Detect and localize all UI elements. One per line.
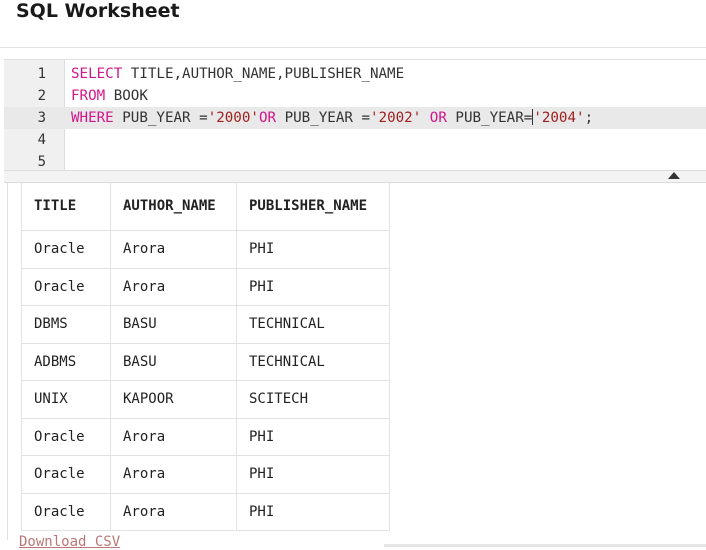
cell-title: ADBMS <box>21 342 111 381</box>
table-row: DBMS BASU TECHNICAL <box>21 305 390 344</box>
cell-author: Arora <box>110 267 237 306</box>
sql-editor[interactable]: 1 SELECT TITLE,AUTHOR_NAME,PUBLISHER_NAM… <box>4 59 706 176</box>
column-header-publisher-name: PUBLISHER_NAME <box>236 182 390 231</box>
line-number: 1 <box>37 66 46 82</box>
string-literal: '2004' <box>533 110 585 126</box>
code-text: WHERE PUB_YEAR ='2000'OR PUB_YEAR ='2002… <box>71 107 593 129</box>
table-header-row: TITLE AUTHOR_NAME PUBLISHER_NAME <box>21 182 390 231</box>
table-row: UNIX KAPOOR SCITECH <box>21 380 390 419</box>
cell-title: Oracle <box>21 492 111 531</box>
keyword-or: OR <box>429 110 447 126</box>
cell-author: BASU <box>110 342 237 381</box>
keyword-from: FROM <box>71 88 106 104</box>
cell-title: Oracle <box>21 417 111 456</box>
results-table: TITLE AUTHOR_NAME PUBLISHER_NAME Oracle A… <box>21 182 390 531</box>
column-header-author-name: AUTHOR_NAME <box>110 182 237 231</box>
cell-publisher: PHI <box>236 230 390 269</box>
editor-line-3[interactable]: 3 WHERE PUB_YEAR ='2000'OR PUB_YEAR ='20… <box>4 107 706 129</box>
line-number: 3 <box>37 110 46 126</box>
cell-publisher: PHI <box>236 417 390 456</box>
code-token: PUB_YEAR = <box>276 110 370 126</box>
cell-title: DBMS <box>21 305 111 344</box>
table-row: Oracle Arora PHI <box>21 417 390 456</box>
cell-publisher: SCITECH <box>236 380 390 419</box>
cell-publisher: PHI <box>236 267 390 306</box>
download-csv-link[interactable]: Download CSV <box>19 534 120 550</box>
cell-publisher: TECHNICAL <box>236 342 390 381</box>
cell-title: Oracle <box>21 267 111 306</box>
collapse-up-icon[interactable] <box>668 172 680 179</box>
table-row: Oracle Arora PHI <box>21 455 390 494</box>
editor-line-4[interactable]: 4 <box>4 129 706 151</box>
cell-publisher: PHI <box>236 492 390 531</box>
code-token: ; <box>584 110 594 126</box>
table-row: Oracle Arora PHI <box>21 230 390 269</box>
editor-line-1[interactable]: 1 SELECT TITLE,AUTHOR_NAME,PUBLISHER_NAM… <box>4 63 706 85</box>
code-token: PUB_YEAR= <box>446 110 533 126</box>
line-number: 4 <box>37 132 46 148</box>
keyword-select: SELECT <box>71 66 123 82</box>
code-text: FROM BOOK <box>71 85 148 107</box>
cell-author: Arora <box>110 455 237 494</box>
cell-publisher: PHI <box>236 455 390 494</box>
table-name: BOOK <box>105 88 148 104</box>
header-divider <box>0 47 706 48</box>
cell-author: Arora <box>110 417 237 456</box>
cell-title: Oracle <box>21 455 111 494</box>
cell-publisher: TECHNICAL <box>236 305 390 344</box>
line-number: 2 <box>37 88 46 104</box>
keyword-or: OR <box>258 110 277 126</box>
table-row: Oracle Arora PHI <box>21 492 390 531</box>
results-pane: TITLE AUTHOR_NAME PUBLISHER_NAME Oracle A… <box>7 182 706 540</box>
cell-title: UNIX <box>21 380 111 419</box>
column-header-title: TITLE <box>21 182 111 231</box>
string-literal: '2002' <box>370 110 422 126</box>
string-literal: '2000' <box>207 110 259 126</box>
table-row: ADBMS BASU TECHNICAL <box>21 342 390 381</box>
cell-author: Arora <box>110 492 237 531</box>
code-text: SELECT TITLE,AUTHOR_NAME,PUBLISHER_NAME <box>71 63 404 85</box>
editor-line-2[interactable]: 2 FROM BOOK <box>4 85 706 107</box>
cell-author: KAPOOR <box>110 380 237 419</box>
cell-author: BASU <box>110 305 237 344</box>
code-token: PUB_YEAR = <box>113 110 208 126</box>
table-row: Oracle Arora PHI <box>21 267 390 306</box>
cell-title: Oracle <box>21 230 111 269</box>
keyword-where: WHERE <box>71 110 114 126</box>
select-columns: TITLE,AUTHOR_NAME,PUBLISHER_NAME <box>122 66 405 82</box>
cell-author: Arora <box>110 230 237 269</box>
page-title: SQL Worksheet <box>16 0 180 22</box>
